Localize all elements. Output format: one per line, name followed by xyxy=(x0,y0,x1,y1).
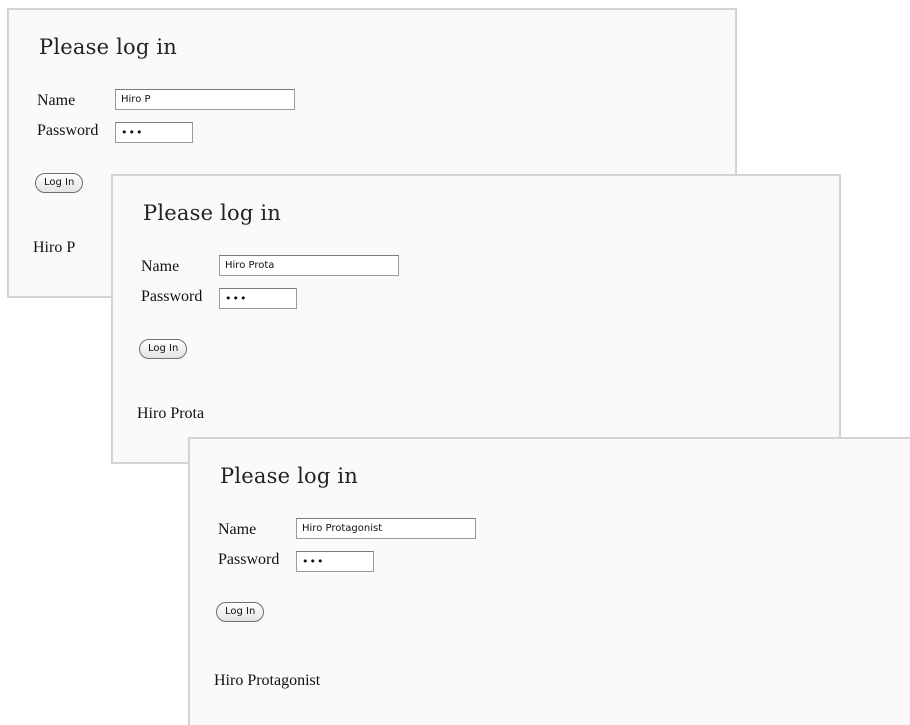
logged-in-user-text: Hiro Prota xyxy=(137,405,205,422)
password-label: Password xyxy=(141,288,203,305)
name-input[interactable] xyxy=(115,89,295,110)
login-heading: Please log in xyxy=(220,464,358,488)
login-panel-3: Please log in Name Password Log In Hiro … xyxy=(188,437,910,725)
login-button[interactable]: Log In xyxy=(35,173,84,193)
name-input[interactable] xyxy=(219,255,399,276)
name-input[interactable] xyxy=(296,518,476,539)
password-label: Password xyxy=(37,122,99,139)
name-label: Name xyxy=(37,92,76,109)
password-input[interactable] xyxy=(296,551,374,572)
login-button[interactable]: Log In xyxy=(216,602,265,622)
password-input[interactable] xyxy=(219,288,297,309)
logged-in-user-text: Hiro Protagonist xyxy=(214,672,321,689)
login-button[interactable]: Log In xyxy=(139,339,188,359)
name-label: Name xyxy=(218,521,257,538)
password-label: Password xyxy=(218,551,280,568)
logged-in-user-text: Hiro P xyxy=(33,239,76,256)
name-label: Name xyxy=(141,258,180,275)
password-input[interactable] xyxy=(115,122,193,143)
login-heading: Please log in xyxy=(143,201,281,225)
login-panel-2: Please log in Name Password Log In Hiro … xyxy=(111,174,841,464)
login-heading: Please log in xyxy=(39,35,177,59)
